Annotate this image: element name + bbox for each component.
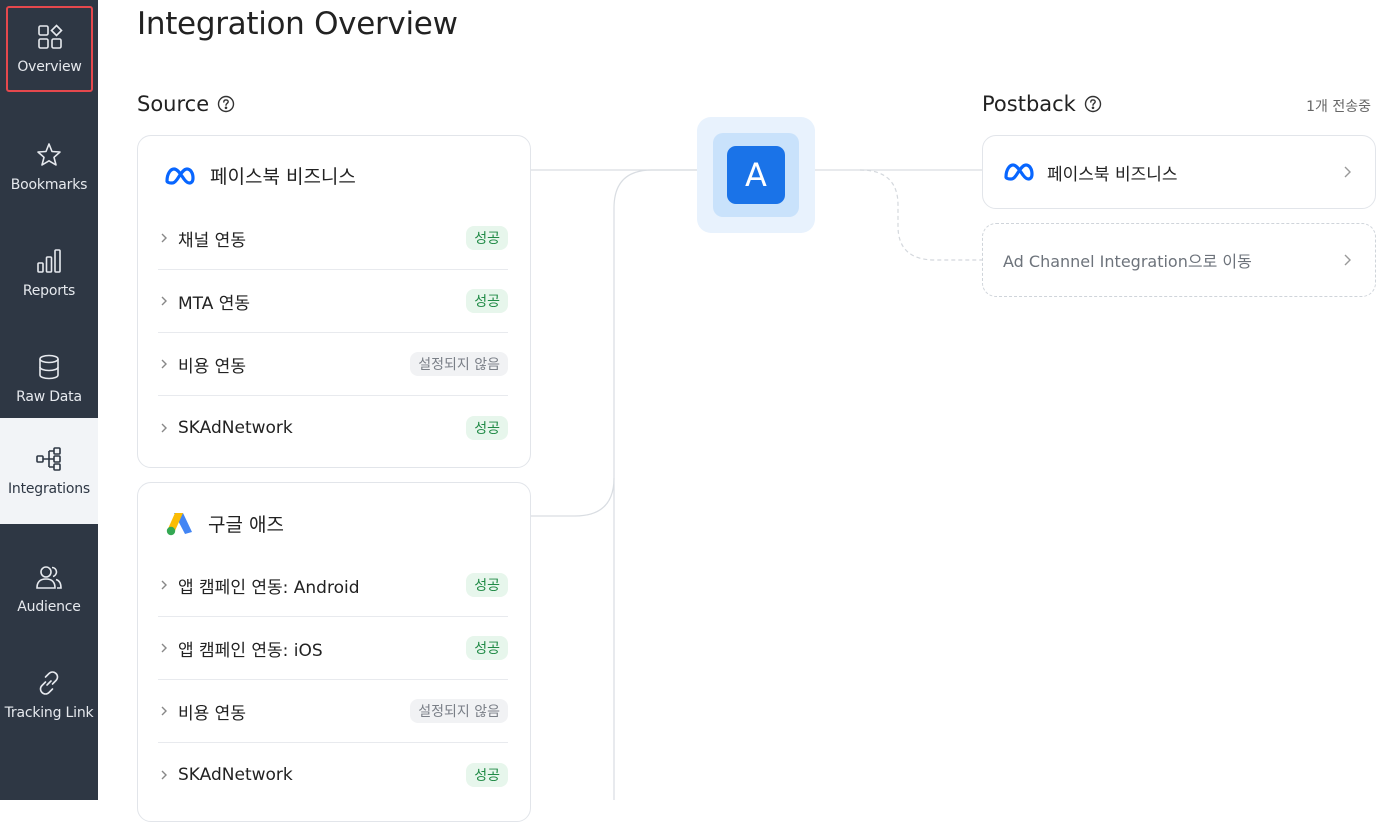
status-badge: 성공: [466, 226, 508, 250]
card-header: 페이스북 비즈니스: [164, 162, 356, 189]
postback-card-facebook[interactable]: 페이스북 비즈니스: [982, 135, 1376, 209]
integration-row[interactable]: SKAdNetwork 성공: [158, 743, 508, 806]
sidebar-item-reports[interactable]: Reports: [0, 220, 98, 326]
google-ads-logo-icon: [166, 513, 192, 536]
row-label: SKAdNetwork: [178, 417, 293, 438]
postback-count: 1개 전송중: [1306, 99, 1371, 115]
chevron-right-icon: [161, 233, 167, 243]
sidebar-item-label: Raw Data: [16, 389, 82, 405]
sidebar-item-label: Integrations: [7, 481, 91, 497]
sidebar-item-label: Reports: [22, 283, 76, 299]
chevron-right-icon: [161, 296, 167, 306]
status-badge: 성공: [466, 762, 508, 787]
sidebar-item-label: Tracking Link: [4, 705, 94, 721]
card-title: 구글 애즈: [208, 513, 284, 536]
chevron-right-icon: [161, 643, 167, 653]
meta-logo-icon: [1004, 163, 1034, 181]
postback-card-label: Ad Channel Integration으로 이동: [1003, 252, 1252, 271]
integration-row[interactable]: MTA 연동 성공: [158, 270, 508, 333]
sidebar-item-overview[interactable]: Overview: [6, 6, 93, 92]
sidebar-item-label: Bookmarks: [10, 177, 88, 193]
source-card-facebook: 페이스북 비즈니스 채널 연동 성공 MTA 연동 성공 비용 연동 설정되지 …: [137, 135, 531, 468]
help-icon[interactable]: [1084, 95, 1102, 113]
chevron-right-icon: [161, 580, 167, 590]
sidebar: Overview Bookmarks Reports Raw Data Inte…: [0, 0, 98, 800]
card-title: 페이스북 비즈니스: [210, 166, 356, 188]
chevron-right-icon: [161, 770, 167, 779]
chevron-right-icon: [161, 423, 167, 432]
integration-row[interactable]: 비용 연동 설정되지 않음: [158, 333, 508, 396]
row-label: MTA 연동: [178, 293, 251, 314]
database-icon: [39, 354, 59, 380]
integration-row[interactable]: SKAdNetwork 성공: [158, 396, 508, 459]
source-title-text: Source: [137, 92, 210, 116]
row-label: 앱 캠페인 연동: iOS: [178, 640, 323, 661]
page-title: Integration Overview: [137, 6, 458, 42]
overview-grid-icon: [37, 24, 63, 49]
postback-card-label: 페이스북 비즈니스: [1047, 164, 1178, 185]
chevron-right-icon: [1344, 166, 1351, 178]
integration-row[interactable]: 채널 연동 성공: [158, 207, 508, 270]
postback-title-text: Postback: [982, 92, 1076, 116]
users-icon: [36, 566, 62, 589]
status-badge: 성공: [466, 636, 508, 660]
hub-node-inner: A: [713, 133, 799, 217]
meta-logo-icon: [165, 166, 195, 185]
card-header: 구글 애즈: [164, 509, 284, 537]
status-badge: 성공: [466, 415, 508, 440]
hub-node: A: [697, 117, 815, 233]
source-card-google-ads: 구글 애즈 앱 캠페인 연동: Android 성공 앱 캠페인 연동: iOS…: [137, 482, 531, 822]
status-badge: 성공: [466, 573, 508, 597]
status-badge: 설정되지 않음: [410, 352, 508, 376]
row-label: SKAdNetwork: [178, 764, 293, 785]
bar-chart-icon: [37, 249, 61, 273]
chevron-right-icon: [161, 706, 167, 716]
ad-channel-integration-link[interactable]: Ad Channel Integration으로 이동: [982, 223, 1376, 297]
sidebar-item-label: Audience: [17, 599, 81, 615]
status-badge: 설정되지 않음: [410, 699, 508, 723]
sidebar-item-audience[interactable]: Audience: [0, 536, 98, 642]
source-section-title: Source: [137, 92, 235, 116]
card-rows: 채널 연동 성공 MTA 연동 성공 비용 연동 설정되지 않음 SKAdNet…: [158, 207, 508, 459]
postback-section-title: Postback: [982, 92, 1102, 116]
chevron-right-icon: [161, 359, 167, 369]
row-label: 비용 연동: [178, 703, 246, 724]
row-label: 앱 캠페인 연동: Android: [178, 577, 360, 598]
row-label: 채널 연동: [178, 230, 246, 251]
status-badge: 성공: [466, 289, 508, 313]
card-rows: 앱 캠페인 연동: Android 성공 앱 캠페인 연동: iOS 성공 비용…: [158, 554, 508, 806]
integrations-tree-icon: [36, 447, 61, 471]
sidebar-item-tracking-link[interactable]: Tracking Link: [0, 642, 98, 748]
integration-row[interactable]: 앱 캠페인 연동: iOS 성공: [158, 617, 508, 680]
sidebar-item-integrations[interactable]: Integrations: [0, 418, 98, 524]
help-icon[interactable]: [217, 95, 235, 113]
link-icon: [39, 671, 59, 695]
star-icon: [37, 143, 61, 166]
sidebar-item-label: Overview: [17, 59, 82, 75]
app-logo: A: [727, 146, 785, 204]
integration-row[interactable]: 비용 연동 설정되지 않음: [158, 680, 508, 743]
chevron-right-icon: [1344, 254, 1351, 266]
sidebar-item-bookmarks[interactable]: Bookmarks: [0, 114, 98, 220]
sidebar-item-raw-data[interactable]: Raw Data: [0, 326, 98, 432]
integration-row[interactable]: 앱 캠페인 연동: Android 성공: [158, 554, 508, 617]
row-label: 비용 연동: [178, 356, 246, 377]
